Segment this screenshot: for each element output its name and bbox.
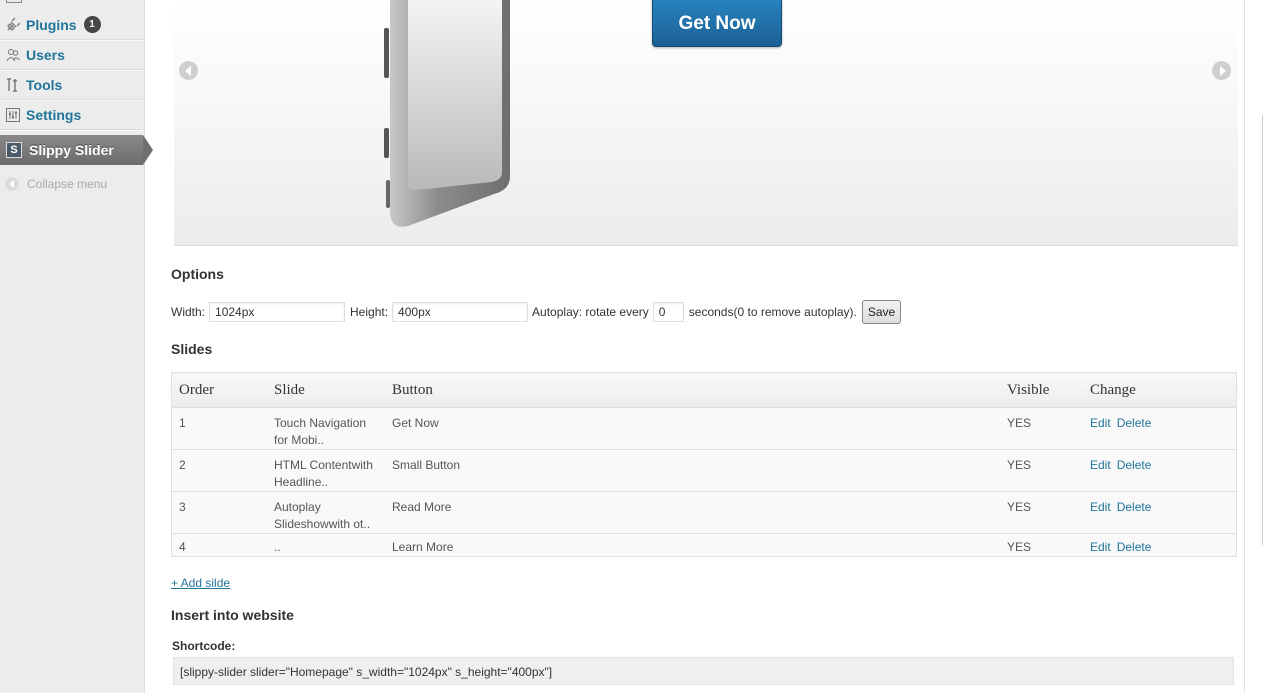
sidebar-item-tools[interactable]: Tools [0, 70, 144, 100]
sidebar-item-settings[interactable]: Settings [0, 100, 144, 130]
slide-cell: Touch Navigation for Mobi.. [267, 407, 385, 450]
settings-icon [6, 107, 20, 122]
collapse-arrow-icon [5, 177, 19, 191]
tablet-image [384, 0, 510, 227]
appearance-icon [6, 0, 22, 3]
button-cell: Learn More [385, 533, 1000, 557]
edit-link[interactable]: Edit [1090, 500, 1111, 514]
button-cell: Get Now [385, 407, 1000, 450]
slides-heading: Slides [171, 341, 213, 357]
slippy-slider-icon: S [6, 142, 22, 158]
button-cell: Small Button [385, 449, 1000, 492]
insert-heading: Insert into website [171, 607, 294, 623]
column-header-change: Change [1083, 372, 1237, 408]
previous-slide-arrow-icon[interactable] [179, 61, 198, 80]
delete-link[interactable]: Delete [1117, 416, 1152, 430]
slide-cell: HTML Contentwith Headline.. [267, 449, 385, 492]
change-cell: Edit Delete [1083, 533, 1237, 557]
edit-link[interactable]: Edit [1090, 416, 1111, 430]
width-input[interactable] [209, 302, 346, 322]
table-row: 4 .. Learn More YES Edit Delete [171, 533, 1237, 557]
get-now-button[interactable]: Get Now [652, 0, 782, 47]
delete-link[interactable]: Delete [1117, 458, 1152, 472]
column-header-visible: Visible [1000, 372, 1083, 408]
next-slide-arrow-icon[interactable] [1212, 61, 1231, 80]
width-label: Width: [171, 305, 206, 319]
change-cell: Edit Delete [1083, 449, 1237, 492]
order-cell: 2 [171, 449, 267, 492]
visible-cell: YES [1000, 533, 1083, 557]
collapse-menu-button[interactable]: Collapse menu [0, 174, 144, 194]
table-row: 2 HTML Contentwith Headline.. Small Butt… [171, 449, 1237, 492]
button-cell: Read More [385, 491, 1000, 534]
admin-sidebar: Plugins 1 Users Tools Settings S Slippy … [0, 0, 153, 693]
column-header-button: Button [385, 372, 1000, 408]
visible-cell: YES [1000, 407, 1083, 450]
sidebar-item-slippy-slider[interactable]: S Slippy Slider [0, 135, 153, 165]
edit-link[interactable]: Edit [1090, 458, 1111, 472]
visible-cell: YES [1000, 449, 1083, 492]
sidebar-item-users[interactable]: Users [0, 40, 144, 70]
shortcode-field[interactable]: [slippy-slider slider="Homepage" s_width… [173, 657, 1234, 685]
change-cell: Edit Delete [1083, 407, 1237, 450]
sidebar-item-label: Settings [26, 106, 82, 123]
column-header-slide: Slide [267, 372, 385, 408]
update-count-badge: 1 [83, 16, 101, 33]
table-row: 1 Touch Navigation for Mobi.. Get Now YE… [171, 407, 1237, 450]
order-cell: 4 [171, 533, 267, 557]
order-cell: 3 [171, 491, 267, 534]
add-slide-link[interactable]: + Add silde [171, 576, 230, 590]
autoplay-hint: seconds(0 to remove autoplay). [688, 305, 857, 319]
autoplay-seconds-input[interactable] [652, 302, 684, 322]
height-label: Height: [350, 305, 389, 319]
right-panel-edge [1244, 0, 1266, 693]
visible-cell: YES [1000, 491, 1083, 534]
users-icon [6, 48, 20, 62]
shortcode-label: Shortcode: [172, 639, 236, 653]
sidebar-item-label: Plugins [26, 16, 77, 33]
slider-preview: Get Now [174, 0, 1238, 246]
change-cell: Edit Delete [1083, 491, 1237, 534]
edit-link[interactable]: Edit [1090, 540, 1111, 554]
table-header-row: Order Slide Button Visible Change [171, 372, 1237, 408]
column-header-order: Order [171, 372, 267, 408]
collapse-menu-label: Collapse menu [27, 177, 108, 191]
slide-cell: Autoplay Slideshowwith ot.. [267, 491, 385, 534]
height-input[interactable] [392, 302, 529, 322]
delete-link[interactable]: Delete [1117, 500, 1152, 514]
slides-table: Order Slide Button Visible Change 1 Touc… [171, 372, 1237, 557]
options-form: Width: Height: Autoplay: rotate every se… [171, 300, 902, 324]
options-heading: Options [171, 266, 224, 282]
save-button[interactable]: Save [861, 300, 902, 324]
table-row: 3 Autoplay Slideshowwith ot.. Read More … [171, 491, 1237, 534]
sidebar-item-label: Users [26, 46, 65, 63]
delete-link[interactable]: Delete [1117, 540, 1152, 554]
autoplay-label: Autoplay: rotate every [532, 305, 649, 319]
sidebar-item-plugins[interactable]: Plugins 1 [0, 10, 144, 40]
plug-icon [6, 17, 20, 32]
sidebar-item-label: Tools [26, 76, 63, 93]
tools-icon [6, 77, 20, 92]
sidebar-item-label: Slippy Slider [29, 142, 114, 158]
order-cell: 1 [171, 407, 267, 450]
slide-cell: .. [267, 533, 385, 557]
